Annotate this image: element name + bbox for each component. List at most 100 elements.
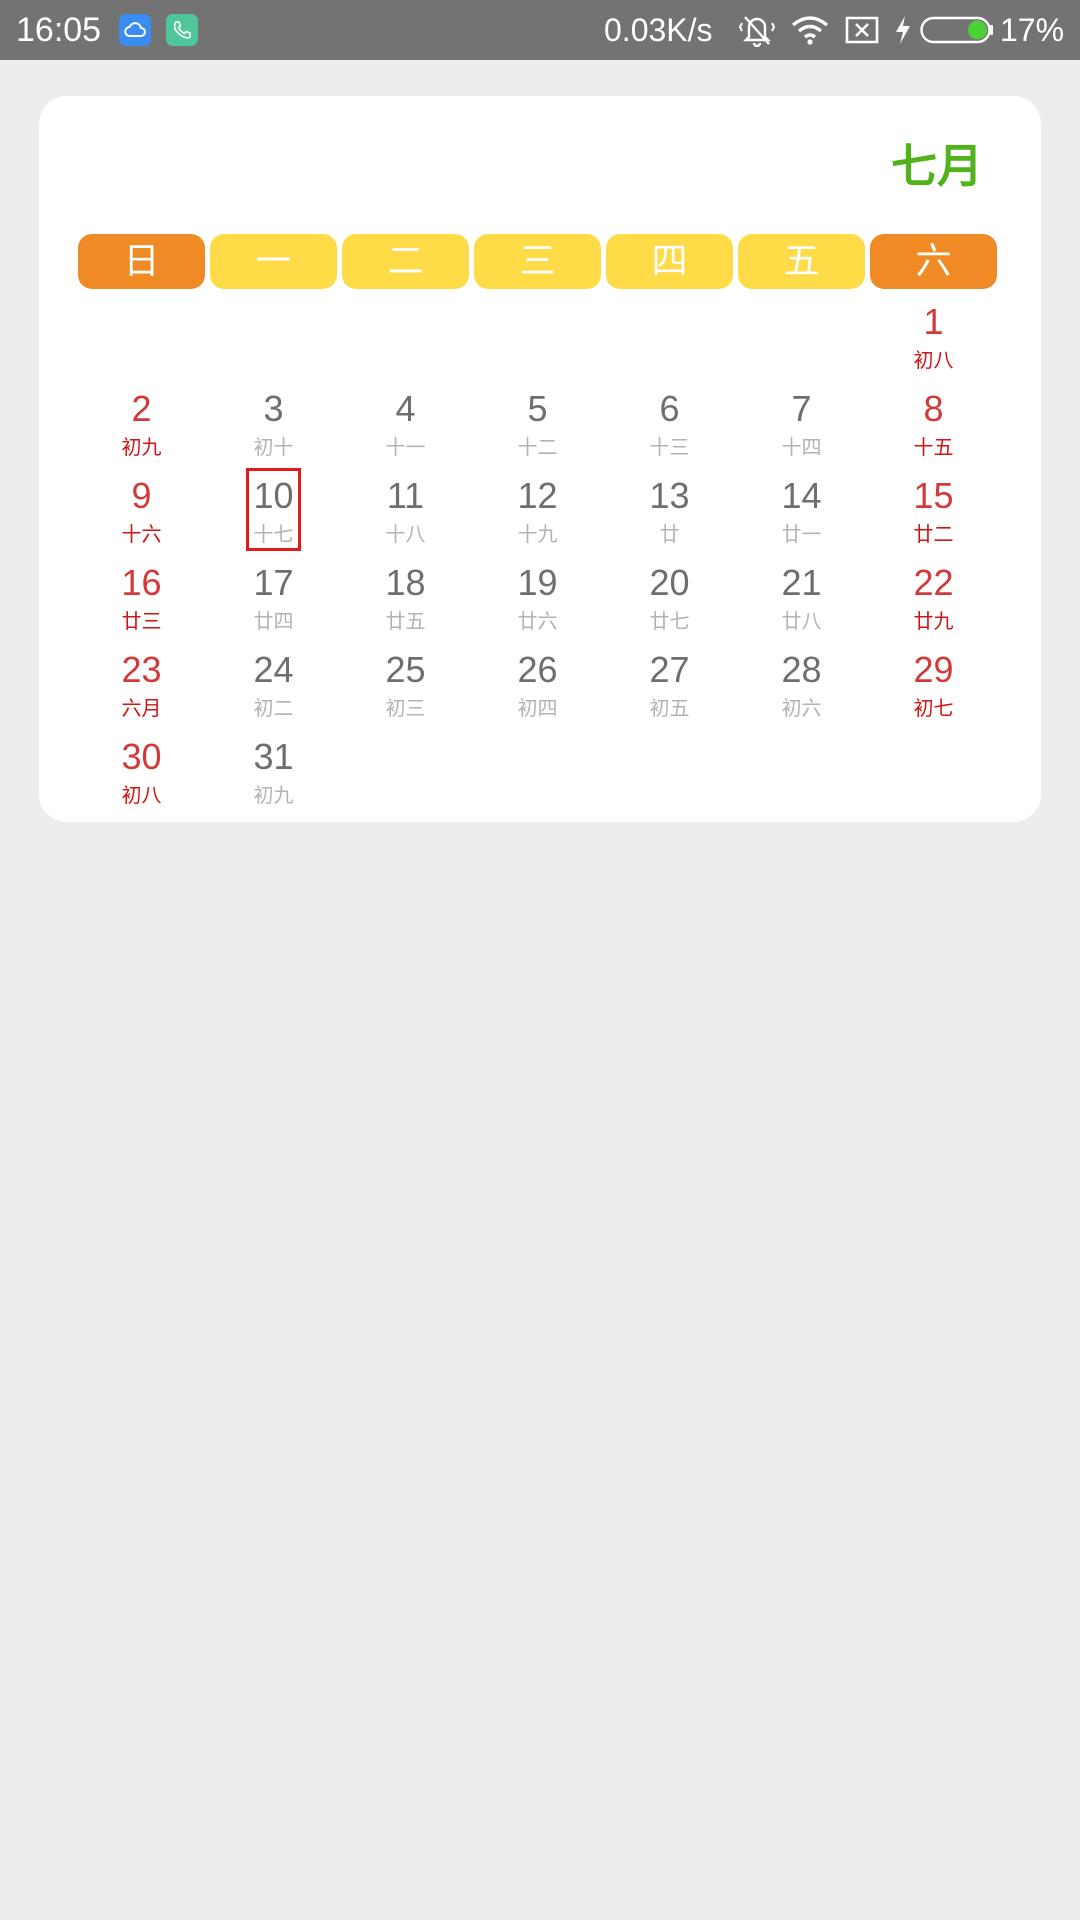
day-number: 25 (385, 649, 426, 690)
lunar-date: 六月 (121, 696, 162, 720)
weekday-header-6: 六 (870, 234, 997, 289)
calendar-day[interactable]: 4 十一 (342, 381, 469, 468)
calendar-day[interactable]: 24 初二 (210, 642, 337, 729)
battery-icon (920, 12, 994, 48)
network-speed: 0.03K/s (604, 12, 713, 48)
cloud-app-icon (119, 14, 151, 46)
lunar-date: 十五 (913, 435, 954, 459)
day-grid: 1 初八 2 初九 3 初十 4 十一 5 十二 6 十三 7 十四 8 十五 9 十六 10 十七 11 十八 12 十九 1… (78, 294, 1002, 822)
calendar-day[interactable]: 7 十四 (738, 381, 865, 468)
lunar-date: 初八 (121, 783, 162, 807)
day-number: 2 (131, 388, 152, 429)
calendar-day[interactable]: 25 初三 (342, 642, 469, 729)
calendar-day[interactable]: 14 廿一 (738, 468, 865, 555)
lunar-date: 廿八 (781, 609, 822, 633)
day-number: 22 (913, 562, 954, 603)
calendar-day[interactable]: 15 廿二 (870, 468, 997, 555)
calendar-day[interactable]: 20 廿七 (606, 555, 733, 642)
calendar-day[interactable]: 30 初八 (78, 729, 205, 816)
lunar-date: 廿四 (253, 609, 294, 633)
calendar-day[interactable]: 6 十三 (606, 381, 733, 468)
calendar-day[interactable]: 29 初七 (870, 642, 997, 729)
day-number: 12 (517, 475, 558, 516)
lunar-date: 十八 (385, 522, 426, 546)
day-number: 13 (649, 475, 690, 516)
weekday-header-2: 二 (342, 234, 469, 289)
day-number: 7 (791, 388, 812, 429)
day-number: 9 (131, 475, 152, 516)
lunar-date: 初六 (781, 696, 822, 720)
day-number: 27 (649, 649, 690, 690)
day-number: 21 (781, 562, 822, 603)
calendar-day[interactable]: 2 初九 (78, 381, 205, 468)
lunar-date: 十二 (517, 435, 558, 459)
day-number: 11 (386, 475, 425, 516)
calendar-day[interactable]: 21 廿八 (738, 555, 865, 642)
day-number: 10 (253, 475, 294, 516)
phone-app-icon (166, 14, 198, 46)
day-number: 15 (913, 475, 954, 516)
calendar-card: 七月 日一二三四五六 1 初八 2 初九 3 初十 4 十一 5 十二 6 十三 7 十四 8 十五 9 十六 10… (39, 96, 1041, 822)
lunar-date: 初四 (517, 696, 558, 720)
lunar-date: 廿 (659, 522, 680, 546)
calendar-day[interactable]: 18 廿五 (342, 555, 469, 642)
day-number: 3 (263, 388, 284, 429)
lunar-date: 十四 (781, 435, 822, 459)
lunar-date: 初三 (385, 696, 426, 720)
calendar-day[interactable]: 26 初四 (474, 642, 601, 729)
calendar-day[interactable]: 3 初十 (210, 381, 337, 468)
status-time: 16:05 (16, 11, 102, 49)
day-number: 19 (517, 562, 558, 603)
lunar-date: 廿三 (121, 609, 162, 633)
lunar-date: 初七 (913, 696, 954, 720)
lunar-date: 初九 (121, 435, 162, 459)
weekday-header-row: 日一二三四五六 (78, 234, 1002, 289)
calendar-day[interactable]: 10 十七 (210, 468, 337, 555)
lunar-date: 十六 (121, 522, 162, 546)
calendar-day[interactable]: 11 十八 (342, 468, 469, 555)
lunar-date: 十七 (253, 522, 294, 546)
day-number: 20 (649, 562, 690, 603)
wifi-icon (790, 12, 830, 48)
calendar-day[interactable]: 19 廿六 (474, 555, 601, 642)
lunar-date: 初八 (913, 348, 954, 372)
lunar-date: 廿五 (385, 609, 426, 633)
calendar-day[interactable]: 31 初九 (210, 729, 337, 816)
calendar-day[interactable]: 23 六月 (78, 642, 205, 729)
calendar-day[interactable]: 28 初六 (738, 642, 865, 729)
day-number: 6 (659, 388, 680, 429)
calendar-day[interactable]: 9 十六 (78, 468, 205, 555)
day-number: 8 (923, 388, 944, 429)
weekday-header-0: 日 (78, 234, 205, 289)
lunar-date: 初五 (649, 696, 690, 720)
day-number: 24 (253, 649, 294, 690)
vibrate-mute-icon (738, 12, 776, 48)
calendar-day[interactable]: 8 十五 (870, 381, 997, 468)
calendar-day[interactable]: 5 十二 (474, 381, 601, 468)
day-number: 4 (395, 388, 416, 429)
calendar-day[interactable]: 13 廿 (606, 468, 733, 555)
day-number: 30 (121, 736, 162, 777)
day-number: 29 (913, 649, 954, 690)
lunar-date: 廿六 (517, 609, 558, 633)
day-number: 14 (781, 475, 822, 516)
day-number: 18 (385, 562, 426, 603)
calendar-day[interactable]: 1 初八 (870, 294, 997, 381)
calendar-day[interactable]: 17 廿四 (210, 555, 337, 642)
weekday-header-4: 四 (606, 234, 733, 289)
day-number: 28 (781, 649, 822, 690)
no-sim-icon (844, 12, 880, 48)
calendar-day[interactable]: 22 廿九 (870, 555, 997, 642)
lunar-date: 十一 (385, 435, 426, 459)
lunar-date: 初十 (253, 435, 294, 459)
lunar-date: 初二 (253, 696, 294, 720)
calendar-day[interactable]: 16 廿三 (78, 555, 205, 642)
calendar-day[interactable]: 27 初五 (606, 642, 733, 729)
weekday-header-1: 一 (210, 234, 337, 289)
month-title: 七月 (891, 139, 983, 193)
calendar-day[interactable]: 12 十九 (474, 468, 601, 555)
day-number: 1 (923, 301, 944, 342)
day-number: 17 (253, 562, 294, 603)
lunar-date: 十九 (517, 522, 558, 546)
lunar-date: 十三 (649, 435, 690, 459)
